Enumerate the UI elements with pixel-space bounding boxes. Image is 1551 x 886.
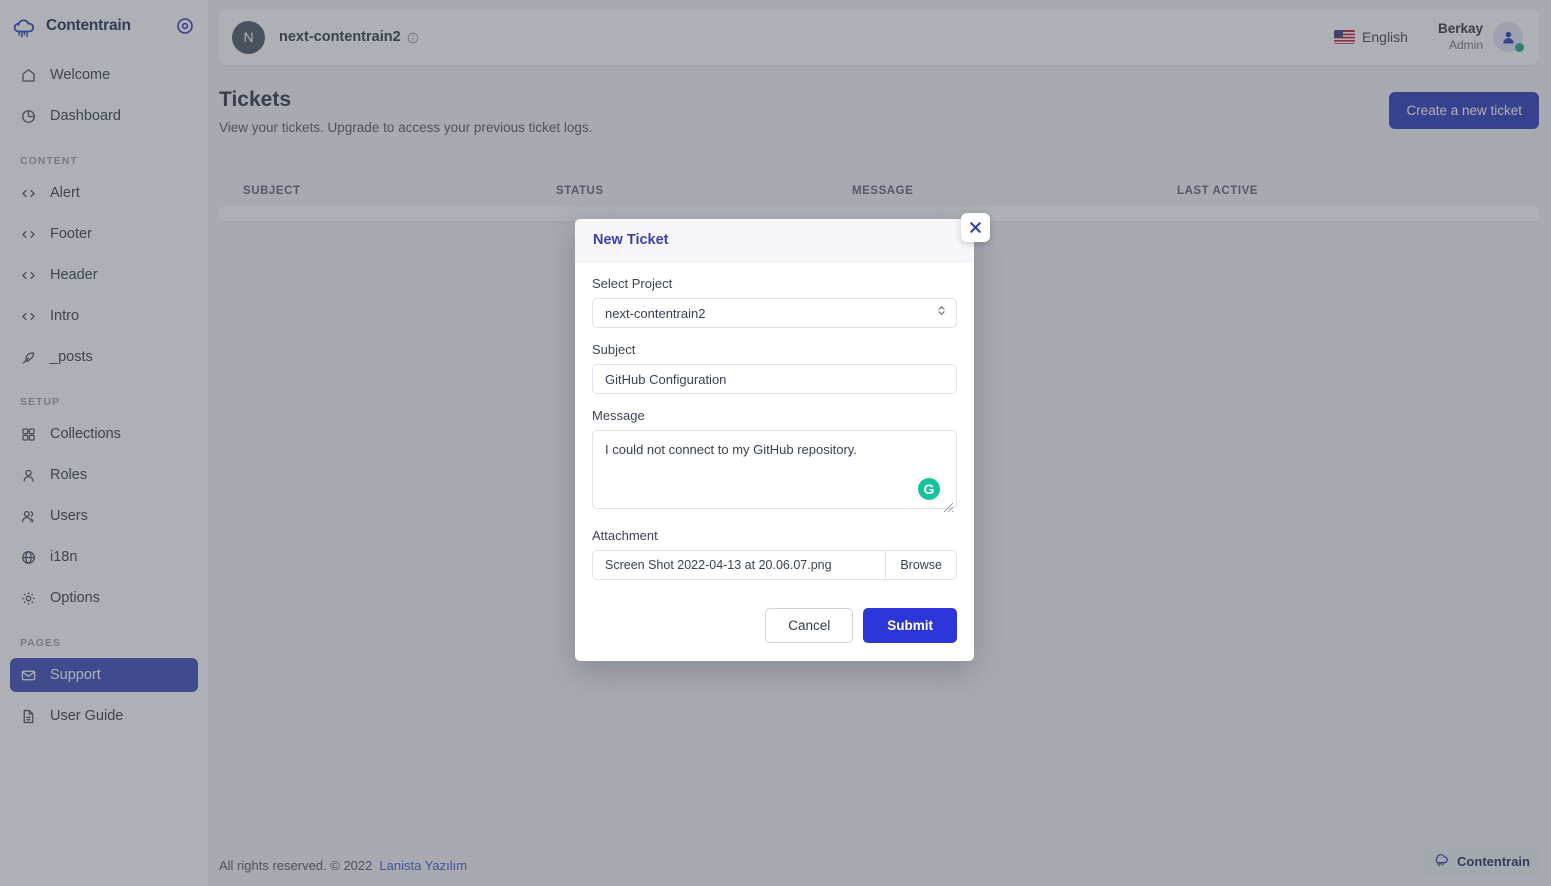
project-select[interactable] — [592, 298, 957, 328]
message-wrapper: I could not connect to my GitHub reposit… — [592, 430, 957, 514]
close-icon[interactable] — [961, 213, 990, 242]
new-ticket-modal: New Ticket Select Project Subject Messag… — [575, 213, 990, 661]
attachment-filename: Screen Shot 2022-04-13 at 20.06.07.png — [592, 550, 886, 580]
attachment-field: Screen Shot 2022-04-13 at 20.06.07.png B… — [592, 550, 957, 580]
subject-input[interactable] — [592, 364, 957, 394]
message-label: Message — [592, 408, 645, 423]
textarea-resize-handle[interactable] — [943, 500, 954, 513]
project-select-wrapper — [592, 298, 957, 328]
submit-button[interactable]: Submit — [863, 608, 957, 643]
grammarly-badge-icon[interactable]: G — [918, 478, 940, 500]
modal-title: New Ticket — [593, 232, 669, 248]
cancel-button[interactable]: Cancel — [765, 608, 854, 643]
attachment-label: Attachment — [592, 528, 658, 543]
app-root: Contentrain Welcome Dashboard CONTENT Al… — [0, 0, 1551, 886]
modal-header: New Ticket — [575, 219, 974, 262]
modal-actions: Cancel Submit — [575, 592, 974, 661]
modal-body: Select Project Subject Message I could n… — [575, 262, 974, 592]
select-project-label: Select Project — [592, 276, 673, 291]
browse-button[interactable]: Browse — [885, 550, 957, 580]
subject-label: Subject — [592, 342, 636, 357]
message-textarea[interactable]: I could not connect to my GitHub reposit… — [592, 430, 957, 509]
